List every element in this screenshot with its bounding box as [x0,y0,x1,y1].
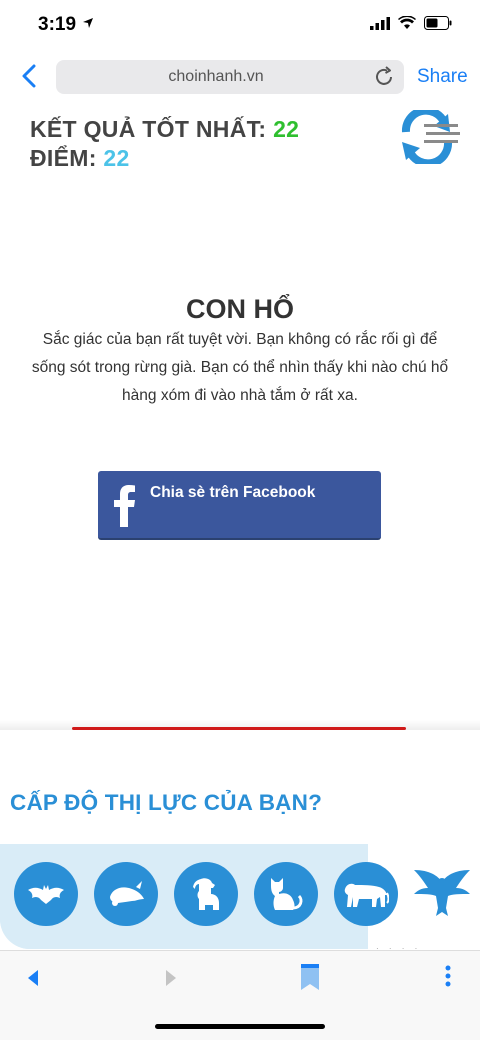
level-dog-button[interactable] [174,862,238,926]
divider-line [72,727,406,730]
share-facebook-label: Chia sè trên Facebook [150,484,316,501]
dog-icon [193,878,219,910]
tiger-icon [344,883,389,907]
status-time: 3:19 [38,14,77,35]
result-description: Sắc giác của bạn rất tuyệt vời. Bạn khôn… [31,331,449,404]
best-score-value: 22 [273,116,300,142]
toolbar-forward-icon[interactable] [164,969,178,987]
score-label: ĐIỂM: [30,145,97,171]
back-arrow-icon[interactable] [20,64,40,88]
reload-icon[interactable] [372,65,396,89]
mole-icon [110,881,144,906]
url-text: choinhanh.vn [168,68,264,85]
browser-toolbar [0,950,480,1040]
wifi-icon [398,16,416,29]
current-score: ĐIỂM: 22 [30,145,130,172]
signal-icon [370,16,390,30]
level-mole-button[interactable] [94,862,158,926]
level-bat-button[interactable] [14,862,78,926]
best-score: KẾT QUẢ TỐT NHẤT: 22 [30,116,299,143]
address-bar[interactable]: choinhanh.vn [56,60,404,94]
replay-icon[interactable] [396,110,462,164]
status-icons [370,16,452,30]
level-tiger-button[interactable] [334,862,398,926]
best-score-label: KẾT QUẢ TỐT NHẤT: [30,116,267,142]
level-title: CẤP ĐỘ THỊ LỰC CỦA BẠN? [10,790,323,815]
battery-icon [424,16,452,30]
level-cat-button[interactable] [254,862,318,926]
facebook-icon [114,485,135,527]
level-list [14,862,398,926]
score-value: 22 [103,145,130,171]
share-button[interactable]: Share [417,66,468,88]
location-arrow-icon [83,18,93,28]
more-options-icon[interactable] [444,965,452,987]
bat-icon [28,885,64,904]
bookmark-icon[interactable] [300,963,320,991]
eagle-icon[interactable] [410,868,474,918]
cat-icon [271,878,303,910]
home-indicator [155,1024,325,1029]
result-title: CON HỔ [186,294,294,324]
share-facebook-button[interactable]: Chia sè trên Facebook [98,471,381,540]
toolbar-back-icon[interactable] [26,969,40,987]
